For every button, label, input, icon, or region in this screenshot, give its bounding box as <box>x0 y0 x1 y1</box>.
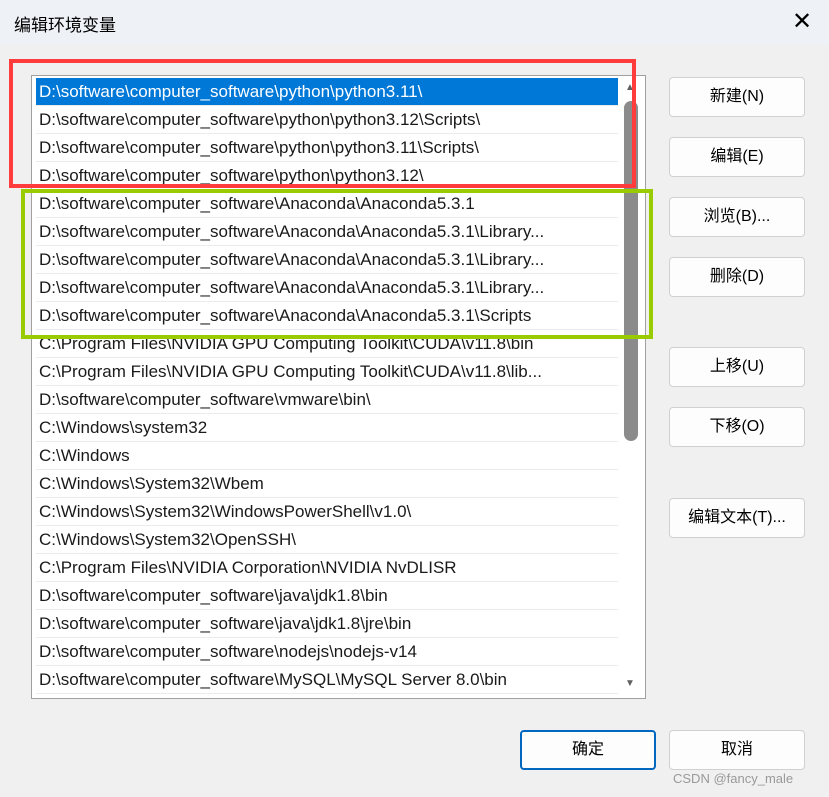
move-down-button[interactable]: 下移(O) <box>669 407 805 447</box>
path-list-item[interactable]: D:\software\computer_software\python\pyt… <box>36 106 618 134</box>
cancel-button[interactable]: 取消 <box>669 730 805 770</box>
path-list-item[interactable]: D:\software\computer_software\nodejs\nod… <box>36 638 618 666</box>
path-list-item[interactable]: D:\software\computer_software\python\pyt… <box>36 134 618 162</box>
delete-button[interactable]: 删除(D) <box>669 257 805 297</box>
path-list-item[interactable]: C:\Windows\System32\WindowsPowerShell\v1… <box>36 498 618 526</box>
edit-button[interactable]: 编辑(E) <box>669 137 805 177</box>
path-list-item[interactable]: D:\software\computer_software\Anaconda\A… <box>36 218 618 246</box>
ok-button[interactable]: 确定 <box>520 730 656 770</box>
path-list-item[interactable]: C:\Windows\System32\Wbem <box>36 470 618 498</box>
path-list-item[interactable]: C:\Windows\System32\OpenSSH\ <box>36 526 618 554</box>
path-list-item[interactable]: D:\software\computer_software\Anaconda\A… <box>36 190 618 218</box>
path-list-item[interactable]: D:\software\computer_software\Anaconda\A… <box>36 274 618 302</box>
path-list-item[interactable]: D:\software\computer_software\java\jdk1.… <box>36 610 618 638</box>
scrollbar[interactable]: ▲ ▼ <box>621 76 643 698</box>
path-list-item[interactable]: C:\Windows\system32 <box>36 414 618 442</box>
path-list-item[interactable]: C:\Program Files\NVIDIA Corporation\NVID… <box>36 554 618 582</box>
close-icon[interactable]: ✕ <box>784 5 820 39</box>
watermark: CSDN @fancy_male <box>673 771 794 786</box>
path-list-item[interactable]: C:\Program Files\NVIDIA GPU Computing To… <box>36 358 618 386</box>
title-bar: 编辑环境变量 ✕ <box>0 0 829 45</box>
move-up-button[interactable]: 上移(U) <box>669 347 805 387</box>
path-list-item[interactable]: C:\Windows <box>36 442 618 470</box>
path-list-item[interactable]: D:\software\computer_software\MySQL\MySQ… <box>36 666 618 694</box>
browse-button[interactable]: 浏览(B)... <box>669 197 805 237</box>
edit-text-button[interactable]: 编辑文本(T)... <box>669 498 805 538</box>
scroll-up-icon[interactable]: ▲ <box>625 82 635 93</box>
path-list-item[interactable]: D:\software\computer_software\java\jdk1.… <box>36 582 618 610</box>
path-list[interactable]: ▲ ▼ D:\software\computer_software\python… <box>31 75 646 699</box>
path-list-item[interactable]: D:\software\computer_software\vmware\bin… <box>36 386 618 414</box>
scroll-down-icon[interactable]: ▼ <box>625 678 635 689</box>
path-list-item[interactable]: D:\software\computer_software\python\pyt… <box>36 162 618 190</box>
path-list-item[interactable]: D:\software\computer_software\Anaconda\A… <box>36 246 618 274</box>
dialog-title: 编辑环境变量 <box>14 16 116 35</box>
path-list-item[interactable]: C:\Program Files\NVIDIA GPU Computing To… <box>36 330 618 358</box>
path-list-item[interactable]: D:\software\computer_software\python\pyt… <box>36 78 618 106</box>
scrollbar-thumb[interactable] <box>624 101 638 441</box>
new-button[interactable]: 新建(N) <box>669 77 805 117</box>
path-list-item[interactable]: D:\software\computer_software\Anaconda\A… <box>36 302 618 330</box>
